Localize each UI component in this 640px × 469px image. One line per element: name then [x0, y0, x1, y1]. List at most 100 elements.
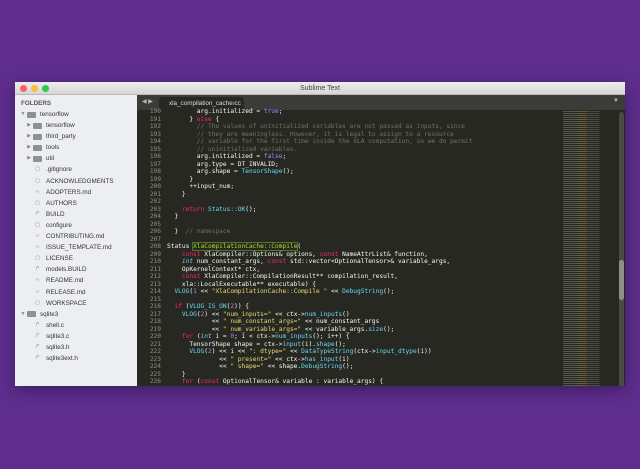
code-line[interactable]: // variable for the first time inside th… [167, 138, 555, 146]
code-line[interactable]: int num_constant_args, const std::vector… [167, 258, 555, 266]
tree-item[interactable]: ▼ sqlite3 [15, 309, 137, 320]
tree-item[interactable]: ‹› ISSUE_TEMPLATE.md [15, 242, 137, 253]
code-token: } [167, 115, 197, 123]
code-line[interactable]: arg.initialized = true; [167, 108, 555, 116]
code-line[interactable]: } else { [167, 116, 555, 124]
tree-item[interactable]: ▢ .gitignore [15, 164, 137, 175]
tree-item[interactable]: ▢ WORKSPACE [15, 298, 137, 309]
collapsed-arrow-icon[interactable]: ▶ [25, 142, 33, 153]
tree-item[interactable]: ▢ LICENSE [15, 253, 137, 264]
code-token: VLOG [174, 288, 190, 295]
code-line[interactable]: VLOG(2) << "num_inputs=" << ctx->num_inp… [167, 311, 555, 319]
expanded-arrow-icon[interactable]: ▼ [19, 309, 27, 320]
tree-item[interactable]: /* shell.c [15, 320, 137, 331]
code-line[interactable]: return Status::OK(); [167, 206, 555, 214]
code-area[interactable]: arg.initialized = true; } else { // The … [167, 108, 555, 386]
scrollbar[interactable] [619, 112, 624, 386]
code-line[interactable] [167, 221, 555, 229]
code-line[interactable]: VLOG(1 << "XlaCompilationCache::Compile … [167, 288, 555, 296]
code-line[interactable]: for (const OptionalTensor& variable : va… [167, 378, 555, 386]
scrollbar-thumb[interactable] [619, 260, 624, 300]
tree-item-label: RELEASE.md [46, 288, 86, 296]
code-token: num_inputs [275, 333, 313, 340]
tree-item[interactable]: ▶ tools [15, 142, 137, 153]
tree-item[interactable]: ‹› RELEASE.md [15, 287, 137, 298]
tree-item[interactable]: /* models.BUILD [15, 264, 137, 275]
window-title: Sublime Text [300, 85, 340, 92]
code-line[interactable] [167, 236, 555, 244]
code-line[interactable] [167, 296, 555, 304]
code-line[interactable]: << " num_constant_args=" << num_constant… [167, 318, 555, 326]
code-line[interactable]: xla::LocalExecutable** executable) { [167, 281, 555, 289]
tree-item[interactable]: ‹› ADOPTERS.md [15, 187, 137, 198]
code-token: "num_inputs=" [222, 310, 272, 318]
code-line[interactable]: // The values of uninitialized variables… [167, 123, 555, 131]
tree-item[interactable]: /* sqlite3.c [15, 331, 137, 342]
tab-nav-arrows[interactable]: ◀ ▶ [142, 98, 153, 105]
code-token: arg.initialized = [167, 153, 264, 160]
tree-item[interactable]: /* sqlite3.h [15, 342, 137, 353]
code-line[interactable]: << " num_variable_args=" << variable_arg… [167, 326, 555, 334]
code-line[interactable]: << " shape=" << shape.DebugString(); [167, 363, 555, 371]
code-token: else [196, 115, 212, 123]
sidebar: FOLDERS ▼ tensorflow ▶ tensorflow ▶ third_par… [15, 95, 137, 386]
code-token: ( [193, 333, 201, 340]
line-number: 224 [149, 363, 161, 370]
back-arrow-icon[interactable]: ◀ [142, 99, 147, 105]
code-line[interactable]: Status XlaCompilationCache::Compile( [167, 242, 555, 251]
folder-icon [27, 311, 36, 318]
code-line[interactable]: ++input_num; [167, 183, 555, 191]
tree-item[interactable]: ▢ ACKNOWLEDGMENTS [15, 176, 137, 187]
tree-item[interactable]: ‹› README.md [15, 275, 137, 286]
collapsed-arrow-icon[interactable]: ▶ [25, 120, 33, 131]
code-line[interactable]: if (VLOG_IS_ON(2)) { [167, 303, 555, 311]
tree-item[interactable]: ▶ third_party [15, 131, 137, 142]
forward-arrow-icon[interactable]: ▶ [148, 99, 153, 105]
code-line[interactable]: } [167, 213, 555, 221]
tree-item[interactable]: /* BUILD [15, 209, 137, 220]
tree-item[interactable]: ▶ tensorflow [15, 120, 137, 131]
collapsed-arrow-icon[interactable]: ▶ [25, 153, 33, 164]
tab-menu-icon[interactable]: ▼ [613, 98, 619, 104]
maximize-window-button[interactable] [42, 85, 49, 92]
code-line[interactable]: for (int i = 0; i < ctx->num_inputs(); i… [167, 333, 555, 341]
code-line[interactable]: arg.initialized = false; [167, 153, 555, 161]
code-line[interactable]: OpKernelContext* ctx, [167, 266, 555, 274]
tree-item[interactable]: ▢ AUTHORS [15, 198, 137, 209]
tree-item[interactable]: /* sqlite3ext.h [15, 353, 137, 364]
code-token: } [167, 190, 186, 198]
line-number: 216 [149, 303, 161, 310]
code-token: NameAttrList& function, [338, 250, 428, 258]
code-token: << num_constant_args [301, 318, 380, 325]
tree-item[interactable]: ▼ tensorflow [15, 109, 137, 120]
line-number: 194 [149, 138, 161, 145]
code-line[interactable]: << " present=" << ctx->has_input(i) [167, 356, 555, 364]
close-window-button[interactable] [20, 85, 27, 92]
collapsed-arrow-icon[interactable]: ▶ [25, 131, 33, 142]
code-line[interactable]: } // namespace [167, 228, 555, 236]
tree-item[interactable]: ‹› CONTRIBUTING.md [15, 231, 137, 242]
code-line[interactable]: const XlaCompiler::CompilationResult** c… [167, 273, 555, 281]
code-editor[interactable]: 190 191 192 193 194 195 196 197 198 199 200 201 202 2… [137, 108, 625, 386]
code-line[interactable]: VLOG(2) << i << ": dtype=" << DataTypeSt… [167, 348, 555, 356]
minimize-window-button[interactable] [31, 85, 38, 92]
code-line[interactable]: arg.shape = TensorShape(); [167, 168, 555, 176]
code-line[interactable]: TensorShape shape = ctx->input(i).shape(… [167, 341, 555, 349]
tree-item-label: .gitignore [46, 166, 72, 174]
expanded-arrow-icon[interactable]: ▼ [19, 109, 27, 120]
code-line[interactable]: // they are meaningless. However, it is … [167, 131, 555, 139]
code-line[interactable]: arg.type = DT_INVALID; [167, 161, 555, 169]
markup-file-icon: ‹› [35, 188, 40, 195]
tree-item[interactable]: ▶ util [15, 153, 137, 164]
minimap[interactable] [563, 110, 615, 386]
code-line[interactable] [167, 198, 555, 206]
code-line[interactable]: const XlaCompiler::Options& options, con… [167, 251, 555, 259]
code-line[interactable]: // uninitialized variables. [167, 146, 555, 154]
code-line[interactable]: } [167, 176, 555, 184]
tree-item[interactable]: ▢ configure [15, 220, 137, 231]
tree-item-label: sqlite3ext.h [46, 355, 78, 363]
code-line[interactable]: } [167, 371, 555, 379]
code-line[interactable]: } [167, 191, 555, 199]
markup-file-icon: ‹› [35, 277, 40, 284]
